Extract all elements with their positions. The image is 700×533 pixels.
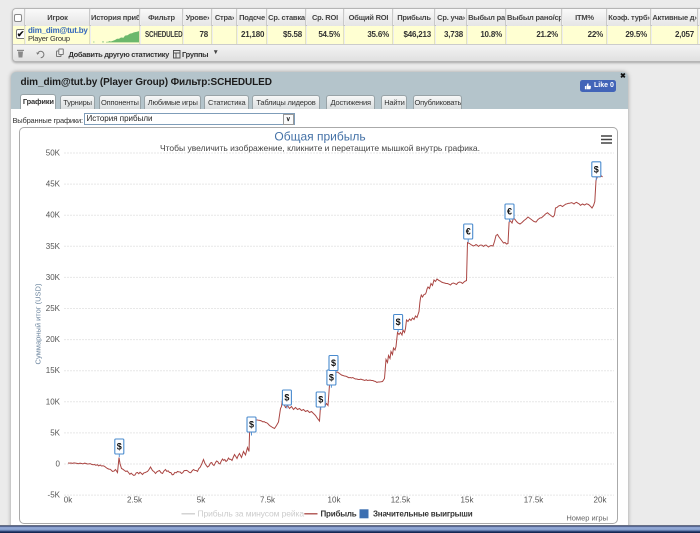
svg-text:5k: 5k [196,495,205,504]
svg-text:35K: 35K [45,241,60,250]
svg-text:10K: 10K [45,397,60,406]
svg-text:Прибыль за минусом рейка: Прибыль за минусом рейка [197,508,304,518]
svg-text:$: $ [330,358,335,368]
svg-text:$: $ [395,317,400,327]
svg-text:Номер игры: Номер игры [566,513,608,522]
svg-text:$: $ [593,164,598,174]
svg-text:15k: 15k [460,495,474,504]
svg-text:-5K: -5K [47,490,60,499]
svg-text:Общая прибыль: Общая прибыль [274,129,365,143]
svg-text:Суммарный итог (USD): Суммарный итог (USD) [33,283,42,364]
svg-text:7.5k: 7.5k [259,495,275,504]
svg-text:Значительные выигрыши: Значительные выигрыши [373,509,473,518]
svg-text:$: $ [116,441,121,451]
svg-text:20K: 20K [45,335,60,344]
svg-text:2.5k: 2.5k [126,495,142,504]
svg-text:€: € [465,226,470,236]
svg-text:17.5k: 17.5k [523,495,544,504]
svg-text:0: 0 [55,459,60,468]
svg-text:45K: 45K [45,179,60,188]
svg-text:Прибыль: Прибыль [320,509,356,518]
svg-text:20k: 20k [593,495,607,504]
svg-text:$: $ [318,394,323,404]
svg-text:50K: 50K [45,148,60,157]
svg-text:40K: 40K [45,210,60,219]
svg-text:0k: 0k [63,495,72,504]
svg-text:$: $ [248,419,253,429]
svg-text:15K: 15K [45,366,60,375]
svg-text:5K: 5K [50,428,60,437]
svg-text:12.5k: 12.5k [390,495,411,504]
svg-text:€: € [506,206,511,216]
svg-text:$: $ [284,392,289,402]
svg-text:$: $ [328,372,333,382]
svg-text:Чтобы увеличить изображение, к: Чтобы увеличить изображение, кликните и … [159,143,479,153]
svg-text:30K: 30K [45,272,60,281]
svg-text:25K: 25K [45,304,60,313]
svg-text:10k: 10k [327,495,341,504]
